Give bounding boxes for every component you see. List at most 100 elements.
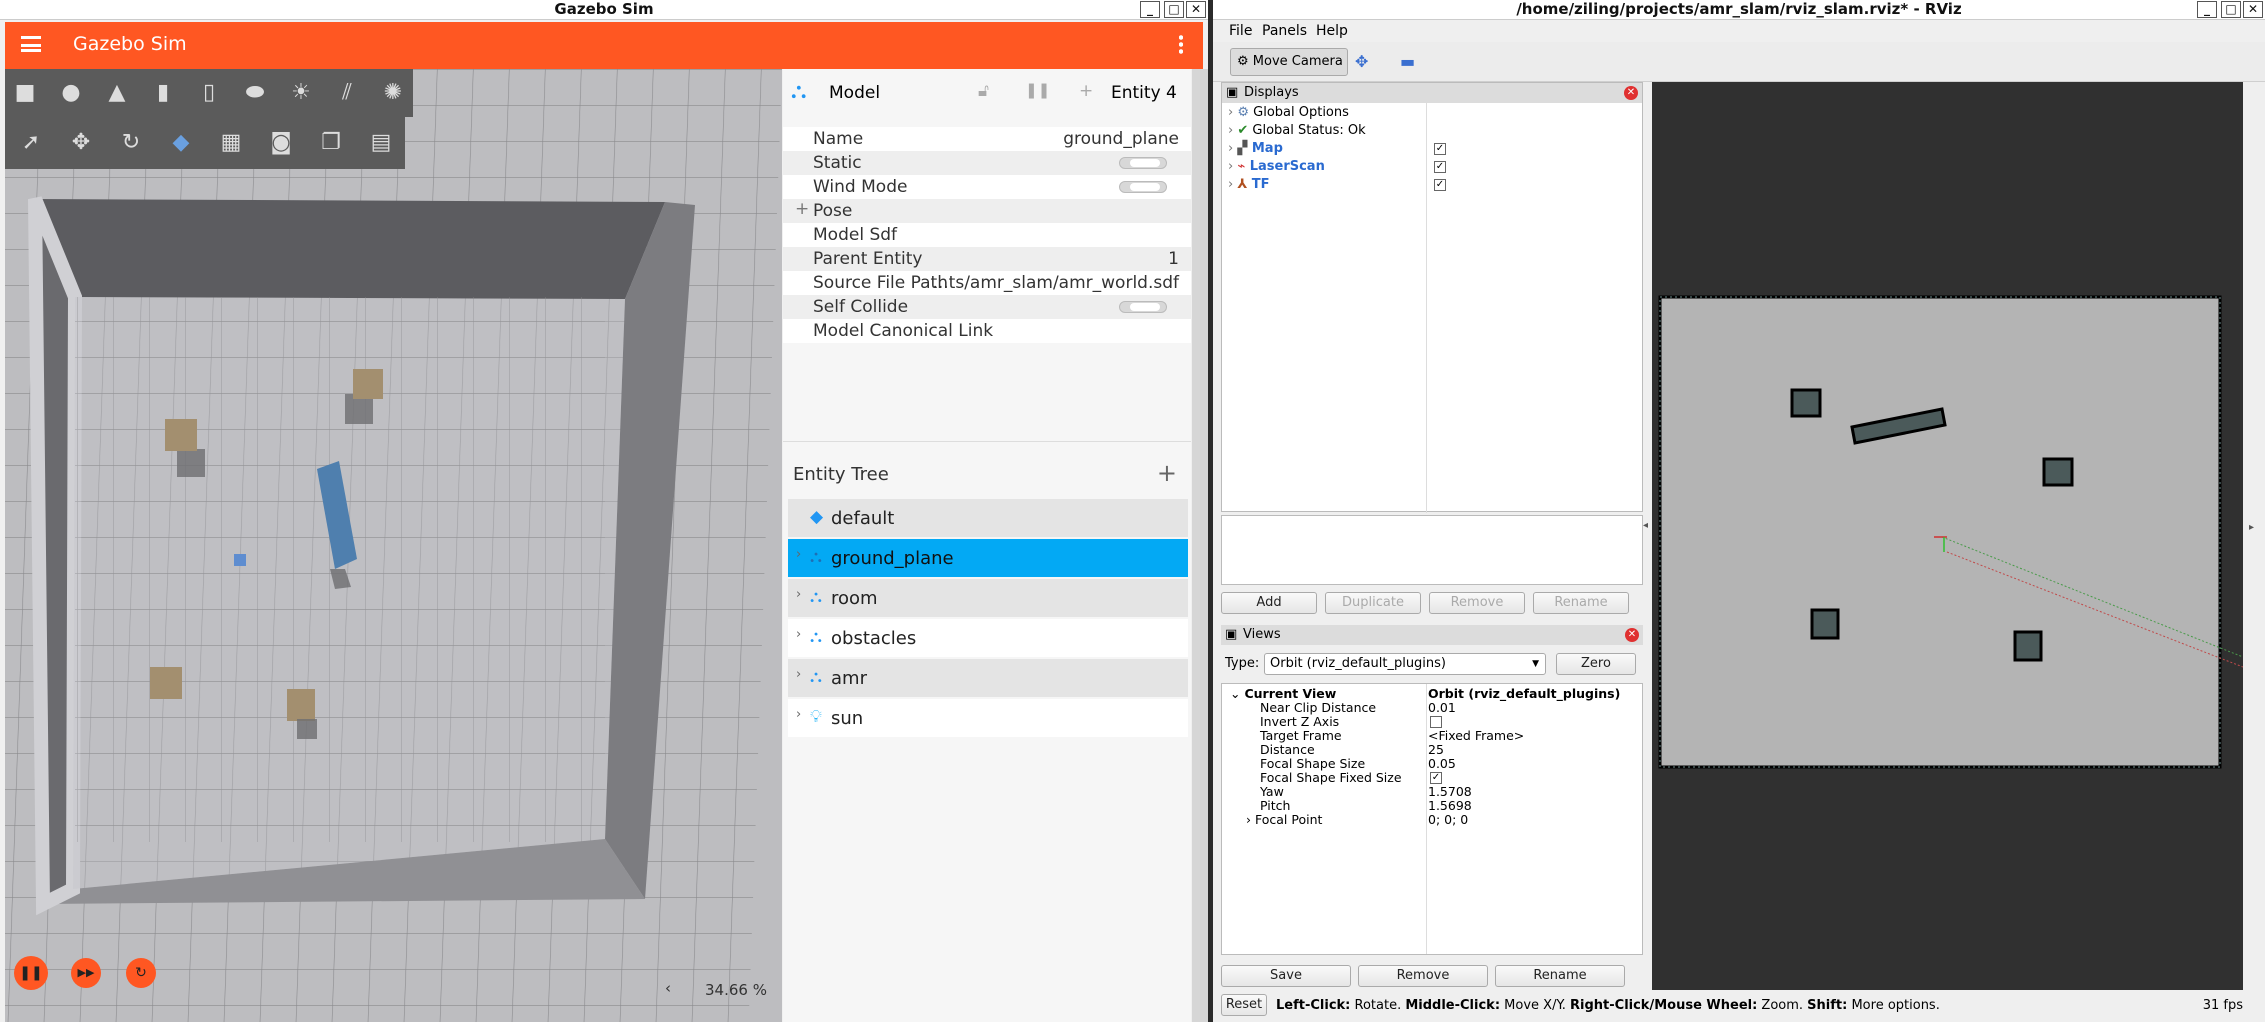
prop-self-collide: Self Collide (783, 295, 1191, 319)
static-toggle[interactable] (1119, 157, 1167, 169)
rviz-3d-view[interactable] (1652, 82, 2243, 992)
sun-light-icon[interactable]: ☀ (281, 73, 321, 113)
menu-icon[interactable] (21, 36, 41, 52)
more-options-icon[interactable] (1179, 34, 1183, 54)
capsule-icon[interactable]: ▯ (189, 73, 229, 113)
rotate-icon[interactable]: ↻ (111, 123, 151, 163)
map-checkbox[interactable]: ✓ (1434, 143, 1446, 155)
directional-light-icon[interactable]: ⫽ (327, 73, 367, 113)
tree-item-obstacles[interactable]: › ⛬ obstacles (788, 619, 1188, 657)
collapse-right-icon[interactable]: ▸ (2249, 522, 2254, 533)
screenshot-icon[interactable]: ◙ (261, 123, 301, 163)
close-views-icon[interactable]: ✕ (1625, 628, 1639, 642)
select-icon[interactable]: ➚ (11, 123, 51, 163)
rename-view-button[interactable]: Rename (1495, 965, 1625, 987)
rviz-titlebar: /home/ziling/projects/amr_slam/rviz_slam… (1213, 0, 2265, 20)
reset-button[interactable]: ↻ (126, 958, 156, 988)
zoom-chevron-icon[interactable]: ‹ (665, 979, 671, 997)
paste-icon[interactable]: ▤ (361, 123, 401, 163)
display-global-status[interactable]: › ✔ Global Status: Ok (1228, 123, 1366, 141)
spot-light-icon[interactable]: ✺ (373, 73, 413, 113)
menu-file[interactable]: File (1229, 23, 1252, 39)
add-entity-icon[interactable]: + (1157, 459, 1177, 487)
display-laserscan[interactable]: › ⌁ LaserScan (1228, 159, 1325, 177)
focal-point-value[interactable]: 0; 0; 0 (1428, 813, 1468, 827)
scrollbar[interactable] (1192, 69, 1208, 1022)
distance-value[interactable]: 25 (1428, 743, 1444, 757)
3d-scene-view[interactable]: ■ ● ▲ ▮ ▯ ⬬ ☀ ⫽ ✺ ➚ ✥ ↻ ◆ ▦ ◙ ❐ ▤ ‹ 34.6… (5, 69, 782, 1022)
current-view-row[interactable]: ⌄ Current View (1230, 687, 1336, 701)
reset-view-button[interactable]: Reset (1221, 994, 1267, 1016)
focal-fixed-checkbox[interactable]: ✓ (1430, 772, 1442, 784)
interact-icon[interactable]: ✥ (1355, 52, 1368, 71)
minimize-button[interactable]: _ (1140, 1, 1160, 18)
app-title: Gazebo Sim (73, 33, 187, 55)
prop-wind-mode: Wind Mode (783, 175, 1191, 199)
cylinder-icon[interactable]: ▮ (143, 73, 183, 113)
focal-point-label[interactable]: › Focal Point (1246, 813, 1322, 827)
maximize-button[interactable]: □ (2221, 1, 2241, 18)
prop-source-file: Source File Path ...ts/amr_slam/amr_world… (783, 271, 1191, 295)
save-view-button[interactable]: Save (1221, 965, 1351, 987)
map-render (1652, 82, 2243, 992)
near-clip-value[interactable]: 0.01 (1428, 701, 1456, 715)
ellipsoid-icon[interactable]: ⬬ (235, 73, 275, 113)
box-icon[interactable]: ■ (5, 73, 45, 113)
tree-item-default[interactable]: ◆ default (788, 499, 1188, 537)
self-collide-toggle[interactable] (1119, 301, 1167, 313)
prop-name: Name ground_plane (783, 127, 1191, 151)
collapse-left-icon[interactable]: ◂ (1643, 520, 1648, 531)
maximize-button[interactable]: □ (1164, 1, 1184, 18)
display-map[interactable]: › ▞ Map (1228, 141, 1283, 159)
view-type-select[interactable]: Orbit (rviz_default_plugins) ▼ (1264, 653, 1546, 675)
close-button[interactable]: ✕ (2243, 1, 2263, 18)
grid-icon[interactable]: ▦ (211, 123, 251, 163)
splitter[interactable] (783, 441, 1191, 447)
step-button[interactable]: ▶▶ (71, 958, 101, 988)
tree-item-amr[interactable]: › ⛬ amr (788, 659, 1188, 697)
tf-checkbox[interactable]: ✓ (1434, 179, 1446, 191)
laser-icon: ⌁ (1237, 159, 1246, 174)
focal-shape-size-value[interactable]: 0.05 (1428, 757, 1456, 771)
wind-mode-toggle[interactable] (1119, 181, 1167, 193)
tree-item-room[interactable]: › ⛬ room (788, 579, 1188, 617)
duplicate-button[interactable]: Duplicate (1325, 592, 1421, 614)
pause-button[interactable]: ❚❚ (14, 956, 48, 990)
display-tf[interactable]: › ⅄ TF (1228, 177, 1270, 195)
prop-pose[interactable]: + Pose (783, 199, 1191, 223)
translate-icon[interactable]: ✥ (61, 123, 101, 163)
remove-button[interactable]: Remove (1429, 592, 1525, 614)
zero-button[interactable]: Zero (1556, 653, 1636, 675)
rename-button[interactable]: Rename (1533, 592, 1629, 614)
pause-inspector-icon[interactable]: ❚❚ (1025, 81, 1050, 99)
add-button[interactable]: Add (1221, 592, 1317, 614)
prop-static: Static (783, 151, 1191, 175)
fps-readout: 31 fps (2202, 998, 2243, 1013)
move-camera-tool[interactable]: ⚙︎ Move Camera (1230, 48, 1348, 76)
lock-icon[interactable]: 🔓︎ (978, 81, 989, 101)
shapes-toolbar: ■ ● ▲ ▮ ▯ ⬬ ☀ ⫽ ✺ (5, 69, 413, 117)
minimize-button[interactable]: _ (2197, 1, 2217, 18)
target-frame-value[interactable]: <Fixed Frame> (1428, 729, 1524, 743)
cone-icon[interactable]: ▲ (97, 73, 137, 113)
menu-panels[interactable]: Panels (1262, 23, 1307, 39)
display-global-options[interactable]: › ⚙ Global Options (1228, 105, 1349, 123)
yaw-value[interactable]: 1.5708 (1428, 785, 1472, 799)
remove-view-button[interactable]: Remove (1358, 965, 1488, 987)
tool-dropdown-icon[interactable]: ▬ (1400, 52, 1415, 71)
map-obstacle (1790, 388, 1822, 418)
close-displays-icon[interactable]: ✕ (1624, 86, 1638, 100)
tree-item-sun[interactable]: › 💡︎ sun (788, 699, 1188, 737)
scene-render (5, 69, 782, 1022)
add-icon[interactable]: + (1079, 81, 1093, 101)
pitch-value[interactable]: 1.5698 (1428, 799, 1472, 813)
tree-item-ground-plane[interactable]: › ⛬ ground_plane (788, 539, 1188, 577)
snap-icon[interactable]: ◆ (161, 123, 201, 163)
distance-label: Distance (1260, 742, 1315, 757)
menu-help[interactable]: Help (1316, 23, 1348, 39)
laserscan-checkbox[interactable]: ✓ (1434, 161, 1446, 173)
invert-z-checkbox[interactable] (1430, 716, 1442, 728)
copy-icon[interactable]: ❐ (311, 123, 351, 163)
close-button[interactable]: ✕ (1186, 1, 1206, 18)
sphere-icon[interactable]: ● (51, 73, 91, 113)
